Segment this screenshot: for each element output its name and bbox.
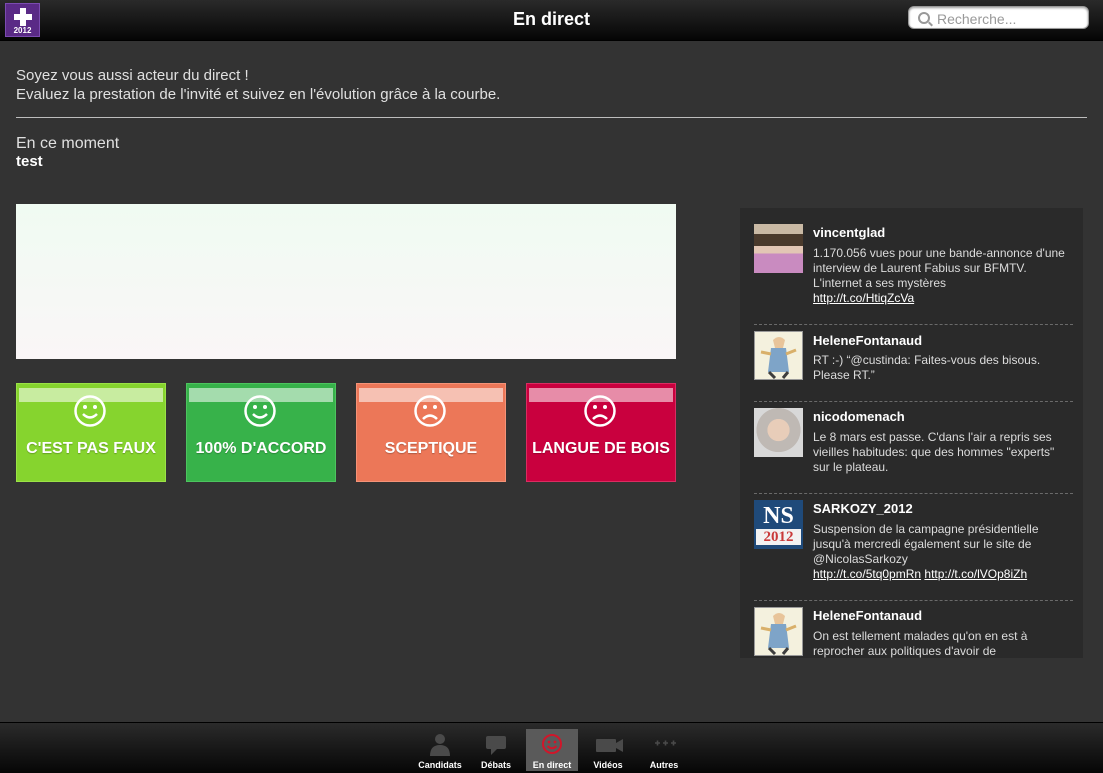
vote-button-langue-de-bois[interactable]: LANGUE DE BOIS (526, 383, 676, 482)
tab-en-direct[interactable]: En direct (526, 729, 578, 771)
tab-candidats[interactable]: Candidats (414, 729, 466, 771)
tweet-body: Suspension de la campagne présidentielle… (813, 522, 1039, 566)
divider (16, 117, 1087, 118)
tweet-link[interactable]: http://t.co/lVOp8iZh (924, 567, 1027, 581)
tweet-username[interactable]: nicodomenach (813, 409, 905, 424)
tweet-text: 1.170.056 vues pour une bande-annonce d'… (813, 246, 1071, 306)
smiley-icon (542, 734, 562, 754)
cartoon-avatar-icon (755, 332, 802, 380)
tweet-username[interactable]: SARKOZY_2012 (813, 501, 913, 516)
user-avatar[interactable] (754, 607, 803, 656)
cartoon-avatar-icon (755, 608, 802, 656)
current-moment-label: En ce moment (16, 135, 120, 152)
avatar-initials: NS (763, 503, 794, 529)
user-avatar[interactable]: NS 2012 (754, 500, 803, 549)
tweet-username[interactable]: HeleneFontanaud (813, 333, 922, 348)
sad-face-icon (414, 395, 446, 427)
tweet-link[interactable]: http://t.co/HtiqZcVa (813, 291, 914, 305)
tweet-text: Le 8 mars est passe. C'dans l'air a repr… (813, 430, 1071, 475)
person-icon (430, 734, 450, 756)
tab-autres[interactable]: Autres (638, 729, 690, 771)
tweet-username[interactable]: HeleneFontanaud (813, 608, 922, 623)
intro-line-1: Soyez vous aussi acteur du direct ! (16, 67, 249, 84)
more-dots-icon (655, 740, 676, 746)
tweet-text: On est tellement malades qu'on en est à … (813, 629, 1071, 658)
intro-line-2: Evaluez la prestation de l'invité et sui… (16, 86, 501, 103)
tweet-text: Suspension de la campagne présidentielle… (813, 522, 1071, 582)
vote-button-100-daccord[interactable]: 100% D'ACCORD (186, 383, 336, 482)
evolution-curve-area (16, 204, 676, 359)
tab-label: Autres (649, 760, 679, 770)
vote-button-sceptique[interactable]: SCEPTIQUE (356, 383, 506, 482)
tab-debats[interactable]: Débats (470, 729, 522, 771)
vote-label: SCEPTIQUE (384, 440, 478, 457)
search-input[interactable] (935, 9, 1089, 28)
happy-face-icon (244, 395, 276, 427)
current-moment-value: test (16, 153, 43, 170)
tab-videos[interactable]: Vidéos (582, 729, 634, 771)
tweet-separator (754, 324, 1073, 325)
search-icon (918, 12, 930, 24)
user-avatar[interactable] (754, 331, 803, 380)
bottom-tab-bar: Candidats Débats En direct Vidéos Autres (0, 722, 1103, 773)
top-navigation-bar: 2012 En direct (0, 0, 1103, 41)
vote-button-cest-pas-faux[interactable]: C'EST PAS FAUX (16, 383, 166, 482)
vote-label: 100% D'ACCORD (195, 440, 327, 457)
tweet-link[interactable]: http://t.co/5tq0pmRn (813, 567, 921, 581)
tweet-separator (754, 493, 1073, 494)
avatar-year: 2012 (756, 529, 801, 545)
tweet-username[interactable]: vincentglad (813, 225, 885, 240)
tweet-body: RT :-) “@custinda: Faites-vous des bisou… (813, 353, 1041, 382)
vote-label: C'EST PAS FAUX (26, 440, 156, 457)
search-box[interactable] (908, 6, 1089, 29)
speech-bubble-icon (486, 736, 506, 755)
happy-face-icon (74, 395, 106, 427)
intro-text: Soyez vous aussi acteur du direct ! Eval… (16, 66, 500, 104)
tweet-separator (754, 600, 1073, 601)
sad-face-icon (584, 395, 616, 427)
tweet-body: 1.170.056 vues pour une bande-annonce d'… (813, 246, 1065, 290)
user-avatar[interactable] (754, 224, 803, 273)
video-camera-icon (596, 739, 623, 752)
tweet-text: RT :-) “@custinda: Faites-vous des bisou… (813, 353, 1071, 383)
tweet-body: Le 8 mars est passe. C'dans l'air a repr… (813, 430, 1055, 474)
vote-label: LANGUE DE BOIS (532, 440, 670, 457)
twitter-feed-panel[interactable]: vincentglad 1.170.056 vues pour une band… (740, 208, 1083, 658)
tweet-separator (754, 401, 1073, 402)
tweet-body: On est tellement malades qu'on en est à … (813, 629, 1028, 658)
user-avatar[interactable] (754, 408, 803, 457)
